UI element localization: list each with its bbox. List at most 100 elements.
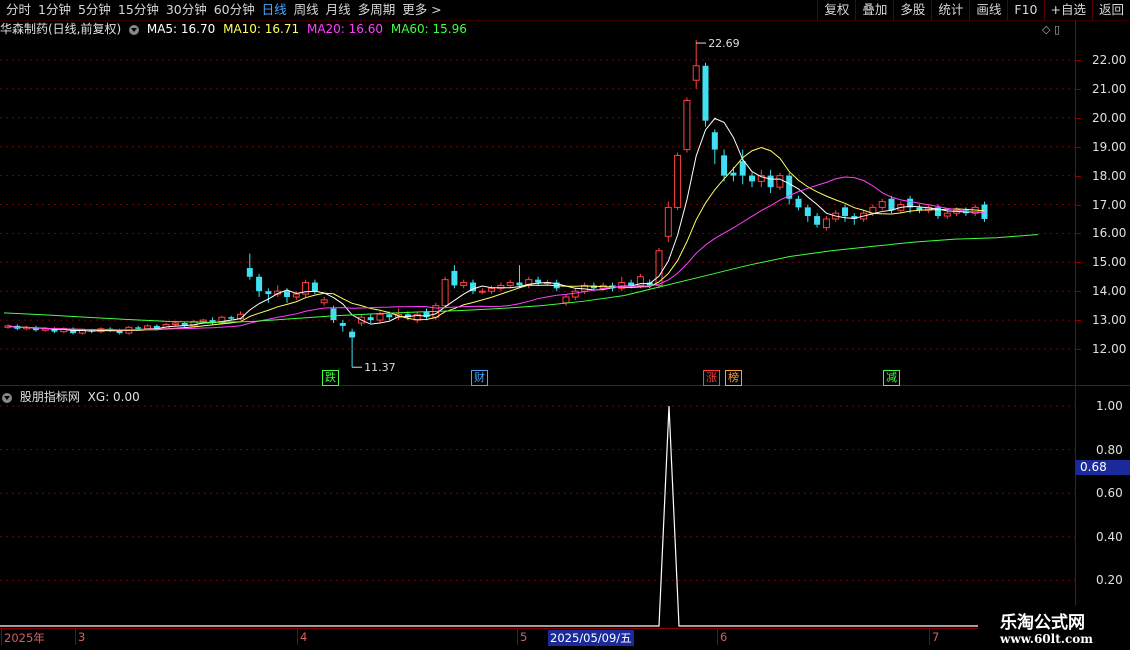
price-tick: 15.00: [1092, 255, 1127, 270]
candle-body: [562, 296, 570, 304]
candle-body: [506, 282, 514, 286]
candle-body: [842, 207, 848, 217]
candle-body: [386, 314, 393, 318]
candle-body: [144, 325, 151, 330]
candle-body: [749, 175, 755, 182]
candle-body: [376, 313, 384, 321]
candle-body: [535, 279, 542, 283]
date-divider: [297, 629, 298, 645]
candle-body: [795, 198, 802, 208]
candle-body: [311, 282, 318, 292]
period-tab-7[interactable]: 周线: [294, 2, 319, 18]
candle-body: [135, 327, 142, 329]
date-tick: 4: [300, 630, 308, 644]
toolbar: 分时 1分钟 5分钟 15分钟 30分钟 60分钟 日线 周线 月线 多周期 更多 > 复权 叠加 多股…: [0, 0, 1130, 21]
axis-tick: [1076, 117, 1081, 119]
period-tab-5[interactable]: 60分钟: [214, 2, 255, 18]
candle-body: [199, 319, 207, 323]
candle-body: [683, 99, 691, 151]
ma20-line: [7, 176, 985, 331]
toolbar-button-2[interactable]: 多股: [893, 0, 931, 20]
axis-tick: [1076, 175, 1081, 177]
period-tab-0[interactable]: 分时: [6, 2, 31, 18]
axis-tick: [1076, 88, 1081, 90]
candle-body: [349, 331, 356, 338]
price-tick: 21.00: [1092, 81, 1127, 96]
event-badge[interactable]: 减: [883, 370, 900, 386]
candle-body: [692, 65, 700, 81]
date-tick: 3: [78, 630, 86, 644]
period-tab-1[interactable]: 1分钟: [38, 2, 71, 18]
candle-body: [460, 282, 468, 286]
axis-tick: [1076, 146, 1081, 148]
axis-tick: [1076, 204, 1081, 206]
price-tick: 13.00: [1092, 313, 1127, 328]
candle-body: [265, 291, 272, 295]
date-tick: 7: [932, 630, 940, 644]
toolbar-button-7[interactable]: 返回: [1091, 0, 1130, 20]
candle-body: [888, 198, 895, 211]
period-tab-10[interactable]: 更多 >: [402, 2, 441, 18]
high-label: 22.69: [708, 37, 740, 50]
period-tab-2[interactable]: 5分钟: [78, 2, 111, 18]
date-axis: 2025年 3 4 5 6 7: [0, 629, 1075, 647]
toolbar-button-1[interactable]: 叠加: [855, 0, 893, 20]
period-tab-6[interactable]: 日线: [262, 2, 287, 18]
event-badge[interactable]: 涨: [703, 370, 720, 386]
panel-border: [1075, 21, 1076, 629]
date-divider: [929, 629, 930, 645]
period-tabs: 分时 1分钟 5分钟 15分钟 30分钟 60分钟 日线 周线 月线 多周期 更多 >: [6, 2, 449, 18]
candle-body: [292, 293, 300, 298]
candle-body: [981, 204, 988, 219]
candle-body: [767, 175, 774, 188]
low-label: 11.37: [364, 361, 396, 374]
price-tick: 22.00: [1092, 53, 1127, 67]
axis-tick: [1076, 262, 1081, 264]
candle-body: [256, 276, 263, 292]
toolbar-button-5[interactable]: F10: [1007, 0, 1043, 20]
period-tab-9[interactable]: 多周期: [358, 2, 396, 18]
xg-signal-line: [0, 405, 1075, 627]
price-tick: 18.00: [1092, 168, 1127, 183]
candle-body: [730, 172, 737, 176]
event-badge[interactable]: 财: [471, 370, 488, 386]
event-badge[interactable]: 跌: [322, 370, 339, 386]
period-tab-3[interactable]: 15分钟: [118, 2, 159, 18]
ma10-line: [7, 147, 985, 332]
candle-body: [822, 218, 830, 229]
watermark-url: www.60lt.com: [1000, 632, 1093, 646]
candle-body: [171, 322, 179, 325]
watermark-title: 乐淘公式网: [1000, 613, 1085, 633]
candle-body: [516, 282, 523, 286]
price-tick: 16.00: [1092, 226, 1127, 241]
date-divider: [75, 629, 76, 645]
toolbar-button-4[interactable]: 画线: [969, 0, 1007, 20]
candle-body: [776, 175, 784, 188]
date-divider: [1, 629, 2, 645]
toolbar-button-0[interactable]: 复权: [817, 0, 855, 20]
candle-body: [441, 279, 449, 307]
indicator-tick: 0.20: [1096, 573, 1123, 588]
candle-body: [674, 154, 682, 208]
candle-body: [711, 132, 718, 150]
period-tab-4[interactable]: 30分钟: [166, 2, 207, 18]
toolbar-button-3[interactable]: 统计: [931, 0, 969, 20]
candle-body: [41, 328, 49, 331]
crosshair-date: 2025/05/09/五: [548, 630, 634, 646]
event-badge[interactable]: 榜: [725, 370, 742, 386]
axis-tick: [1076, 291, 1081, 293]
ma5-line: [7, 117, 985, 332]
candle-body: [571, 290, 579, 298]
crosshair-value: 0.68: [1076, 460, 1130, 475]
date-tick: 2025年: [4, 631, 45, 645]
toolbar-button-6[interactable]: +自选: [1043, 0, 1092, 20]
axis-tick: [1076, 320, 1081, 322]
candle-body: [228, 317, 235, 319]
price-tick: 12.00: [1092, 342, 1127, 356]
candlestick-chart: 22.69 11.37: [0, 37, 1075, 374]
indicator-tick: 1.00: [1096, 399, 1123, 413]
candle-body: [478, 290, 486, 293]
date-divider: [517, 629, 518, 645]
date-tick: 6: [720, 630, 728, 644]
period-tab-8[interactable]: 月线: [326, 2, 351, 18]
